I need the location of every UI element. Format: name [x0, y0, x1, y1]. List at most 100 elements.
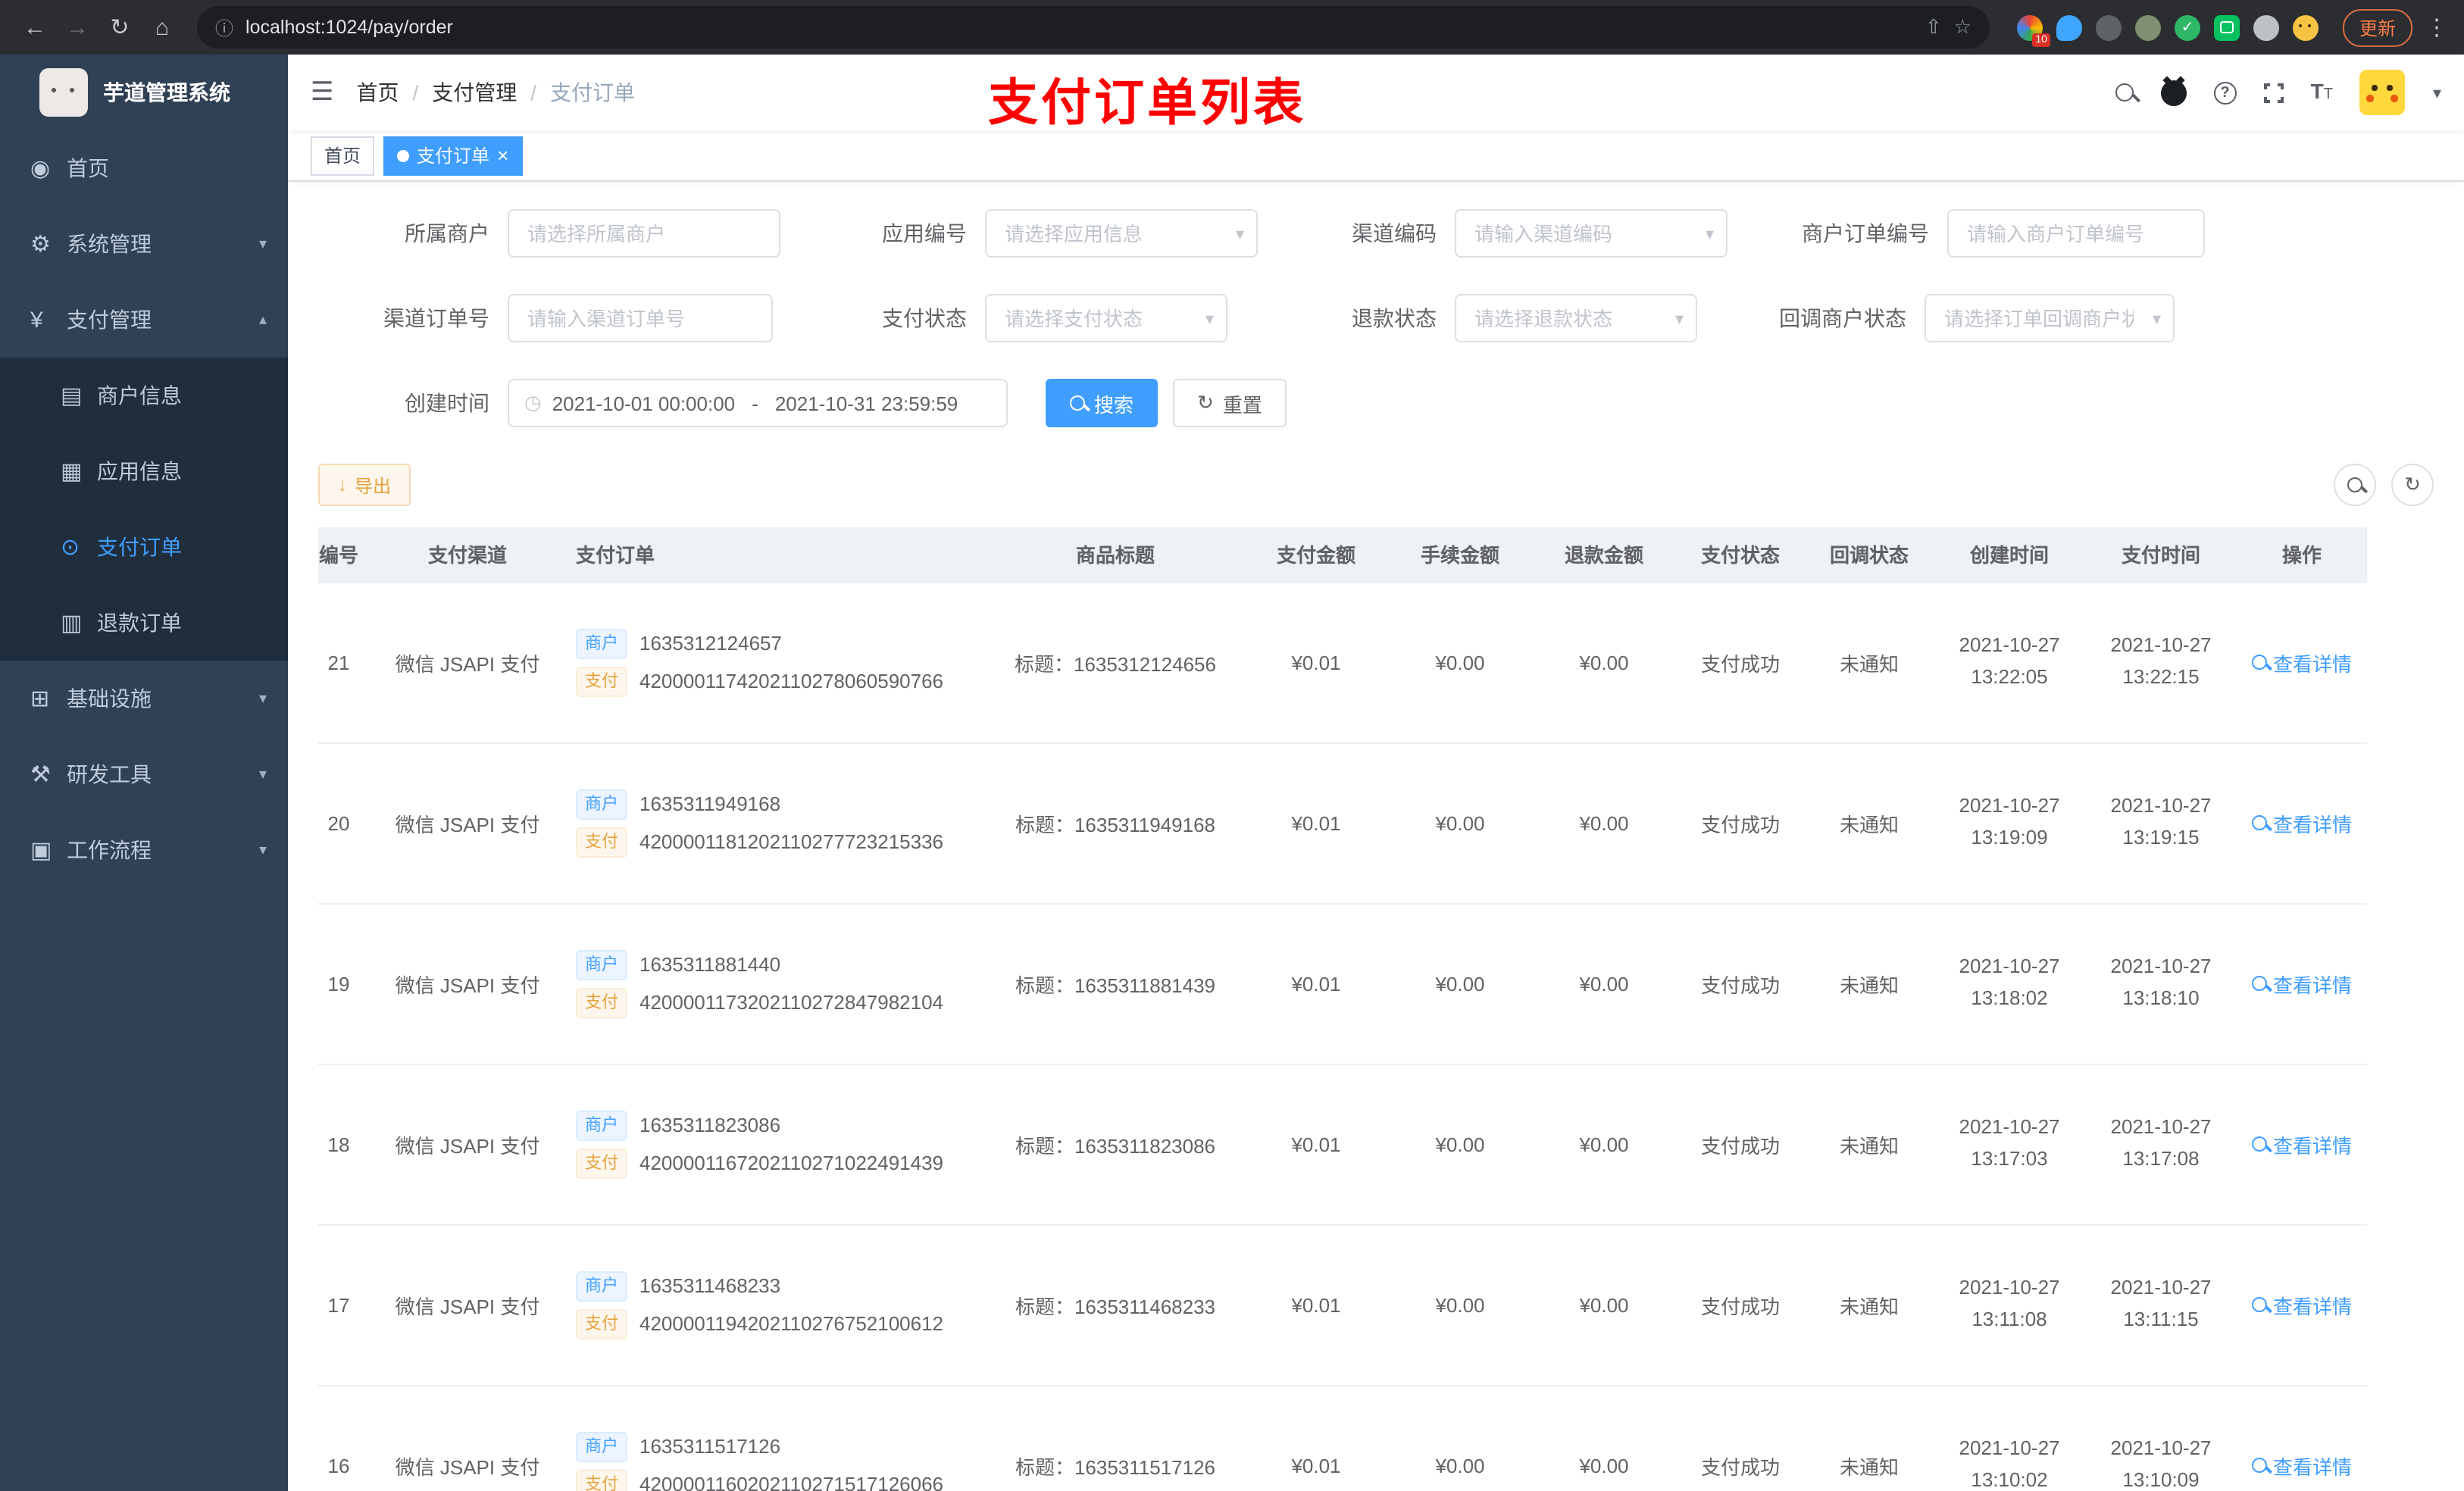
view-detail-link[interactable]: 查看详情 — [2251, 808, 2352, 837]
range-end-value[interactable]: 2021-10-31 23:59:59 — [775, 392, 958, 414]
export-button[interactable]: ↓ 导出 — [318, 464, 411, 506]
tab-pay-order[interactable]: 支付订单 × — [383, 136, 523, 175]
tab-home[interactable]: 首页 — [311, 136, 375, 175]
sidebar-item-merchant-info[interactable]: ▤ 商户信息 — [0, 358, 288, 433]
view-detail-link[interactable]: 查看详情 — [2251, 1451, 2352, 1480]
extension-face-icon[interactable] — [2292, 14, 2319, 40]
merchant-select-input[interactable] — [508, 209, 780, 258]
search-button[interactable]: 搜索 — [1046, 379, 1159, 427]
browser-menu-icon[interactable]: ⋮ — [2425, 14, 2449, 41]
notify-status-select[interactable]: ▾ — [1925, 294, 2175, 342]
sidebar-item-refund-order[interactable]: ▥ 退款订单 — [0, 585, 288, 661]
view-detail-link[interactable]: 查看详情 — [2251, 1130, 2352, 1158]
github-icon[interactable] — [2160, 80, 2187, 105]
sidebar-item-app-info[interactable]: ▦ 应用信息 — [0, 433, 288, 509]
merchant-select[interactable] — [508, 209, 780, 258]
chevron-down-icon: ▾ — [258, 842, 267, 858]
channel-order-no-input[interactable] — [508, 294, 773, 342]
notify-status-input[interactable] — [1925, 294, 2175, 342]
breadcrumb-home[interactable]: 首页 — [357, 77, 399, 108]
breadcrumb-separator: / — [530, 80, 537, 105]
site-info-icon[interactable]: ⓘ — [215, 14, 233, 40]
sidebar-fold-icon[interactable]: ☰ — [311, 77, 334, 108]
active-dot-icon — [397, 149, 410, 161]
sidebar-item-label: 支付管理 — [67, 308, 152, 332]
extension-drop-icon[interactable] — [2056, 14, 2082, 40]
sidebar-item-home[interactable]: ◉ 首页 — [0, 130, 288, 206]
refresh-table-button[interactable]: ↻ — [2391, 464, 2434, 506]
column-header: 支付状态 — [1676, 527, 1805, 583]
app-select-input[interactable] — [985, 209, 1258, 258]
channel-order-no-field[interactable] — [508, 294, 773, 342]
sidebar-item-pay-order[interactable]: ⊙ 支付订单 — [0, 509, 288, 585]
cell-title: 标题：1635311823086 — [987, 1064, 1244, 1225]
cell-pay-order: 商户 1635311823086 支付 4200001167202110271022… — [555, 1064, 987, 1225]
app-select[interactable]: ▾ — [985, 209, 1258, 258]
view-detail-link[interactable]: 查看详情 — [2251, 969, 2352, 998]
view-detail-link[interactable]: 查看详情 — [2251, 1290, 2352, 1319]
user-avatar[interactable] — [2359, 70, 2406, 115]
cell-create-time: 2021-10-27 13:17:03 — [1934, 1064, 2085, 1225]
cell-channel: 微信 JSAPI 支付 — [380, 742, 555, 904]
app-title: 芋道管理系统 — [103, 80, 230, 105]
update-button[interactable]: 更新 — [2342, 8, 2412, 46]
avatar-caret-down-icon[interactable]: ▾ — [2433, 83, 2441, 102]
refund-status-input[interactable] — [1455, 294, 1697, 342]
close-icon[interactable]: × — [497, 145, 508, 165]
url-bar[interactable]: ⓘ localhost:1024/pay/order ⇧ ☆ — [197, 6, 1990, 48]
extension-colorful-icon[interactable]: 10 — [2016, 14, 2050, 46]
view-detail-link[interactable]: 查看详情 — [2251, 648, 2352, 677]
extension-badge: 10 — [2032, 33, 2050, 46]
reload-icon[interactable]: ↻ — [100, 14, 139, 41]
table-header-row: 编号 支付渠道 支付订单 商品标题 支付金额 手续金额 退款金额 支付状态 回调… — [318, 527, 2367, 583]
reset-button[interactable]: ↻ 重置 — [1173, 379, 1287, 427]
cell-fee: ¥0.00 — [1388, 582, 1532, 743]
extension-check-icon[interactable]: ✓ — [2174, 14, 2200, 40]
home-icon[interactable]: ⌂ — [142, 14, 182, 40]
url-text[interactable]: localhost:1024/pay/order — [245, 17, 1913, 38]
cell-channel: 微信 JSAPI 支付 — [380, 582, 555, 743]
bookmark-star-icon[interactable]: ☆ — [1954, 15, 1972, 39]
sidebar-item-payment[interactable]: ¥ 支付管理 ▴ — [0, 282, 288, 358]
cell-channel: 微信 JSAPI 支付 — [380, 1064, 555, 1225]
extension-puzzle-icon[interactable] — [2253, 14, 2279, 40]
breadcrumb-payment[interactable]: 支付管理 — [432, 77, 517, 108]
show-search-button[interactable] — [2334, 464, 2376, 506]
merchant-order-no-field[interactable] — [1947, 209, 2205, 258]
channel-code-input[interactable] — [1455, 209, 1728, 258]
app-logo: 芋道管理系统 — [0, 55, 288, 130]
cell-id: 18 — [318, 1064, 380, 1225]
back-icon[interactable]: ← — [15, 14, 55, 40]
channel-code-select[interactable]: ▾ — [1455, 209, 1728, 258]
fullscreen-icon[interactable] — [2262, 81, 2285, 104]
pay-order-no: 4200001181202110277723215336 — [639, 830, 944, 853]
font-size-icon[interactable]: TT — [2311, 79, 2333, 106]
extension-chat-icon[interactable] — [2213, 14, 2240, 40]
forward-icon[interactable]: → — [58, 14, 97, 40]
pay-status-select[interactable]: ▾ — [985, 294, 1227, 342]
create-time-range-picker[interactable]: ◷ 2021-10-01 00:00:00 - 2021-10-31 23:59… — [508, 379, 1008, 427]
pay-order-no: 4200001173202110272847982104 — [639, 991, 944, 1014]
merchant-badge: 商户 — [576, 789, 627, 819]
cell-notify: 未通知 — [1805, 1064, 1934, 1225]
extension-olive-icon[interactable] — [2134, 14, 2161, 40]
document-icon: ▥ — [61, 611, 83, 636]
pay-status-input[interactable] — [985, 294, 1227, 342]
merchant-order-no: 1635312124657 — [639, 632, 782, 655]
share-icon[interactable]: ⇧ — [1925, 15, 1942, 39]
sidebar-item-system[interactable]: ⚙ 系统管理 ▾ — [0, 206, 288, 282]
sidebar-item-workflow[interactable]: ▣ 工作流程 ▾ — [0, 812, 288, 888]
extension-gray-icon[interactable] — [2095, 14, 2122, 40]
cell-actions: 查看详情 — [2237, 1385, 2367, 1491]
sidebar-item-dev-tools[interactable]: ⚒ 研发工具 ▾ — [0, 736, 288, 812]
cell-amount: ¥0.01 — [1244, 582, 1388, 743]
merchant-order-no-input[interactable] — [1947, 209, 2205, 258]
refund-status-select[interactable]: ▾ — [1455, 294, 1697, 342]
breadcrumb-separator: / — [412, 80, 419, 105]
question-icon[interactable]: ? — [2213, 81, 2237, 104]
range-start-value[interactable]: 2021-10-01 00:00:00 — [552, 392, 735, 414]
cell-pay-order: 商户 1635311468233 支付 4200001194202110276752… — [555, 1224, 987, 1386]
sidebar-item-infrastructure[interactable]: ⊞ 基础设施 ▾ — [0, 661, 288, 736]
search-icon[interactable] — [2115, 83, 2134, 102]
dashboard-icon: ◉ — [30, 156, 51, 182]
